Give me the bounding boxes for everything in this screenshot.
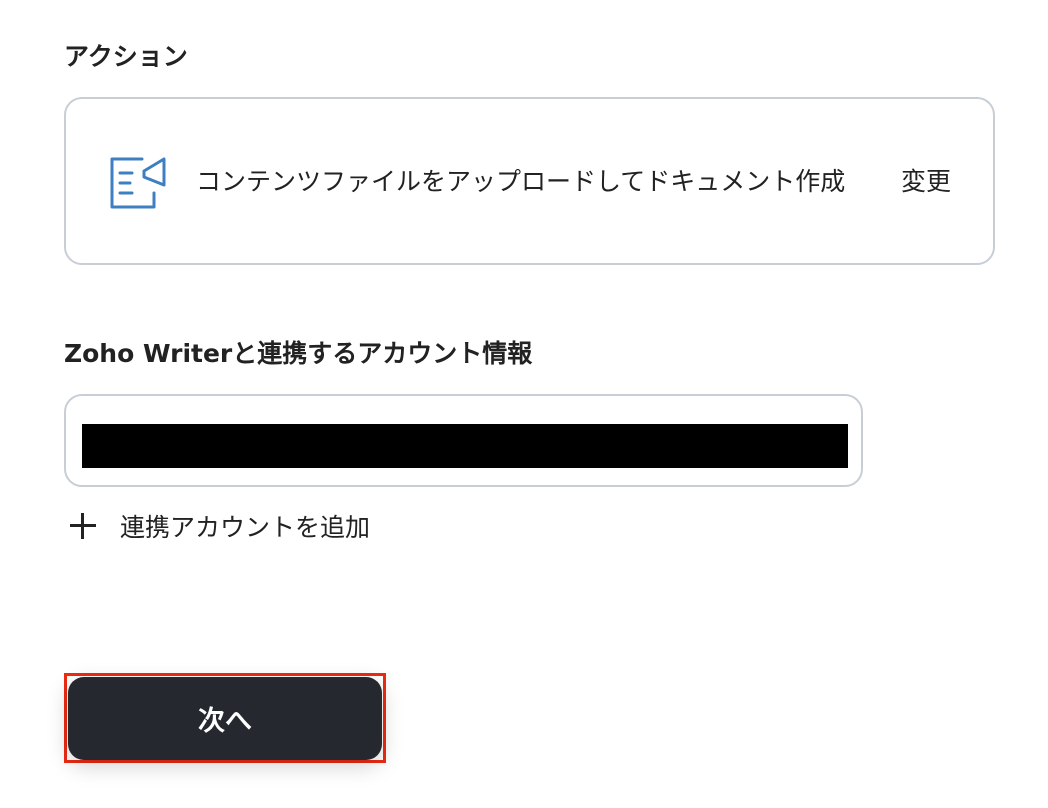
add-account-button[interactable]: 連携アカウントを追加 <box>68 508 370 544</box>
next-button[interactable]: 次へ <box>68 677 382 760</box>
redacted-account-value <box>82 424 848 468</box>
action-card[interactable]: コンテンツファイルをアップロードしてドキュメント作成 変更 <box>64 97 995 265</box>
change-button[interactable]: 変更 <box>901 168 951 196</box>
action-name: コンテンツファイルをアップロードしてドキュメント作成 <box>196 167 846 196</box>
plus-icon <box>68 511 98 541</box>
add-account-label: 連携アカウントを追加 <box>120 513 371 542</box>
account-section-label: Zoho Writerと連携するアカウント情報 <box>64 339 533 368</box>
document-share-icon <box>110 157 166 209</box>
action-section-label: アクション <box>64 42 188 71</box>
account-select[interactable] <box>64 394 863 487</box>
next-button-label: 次へ <box>198 706 252 737</box>
page: アクション コンテンツファイルをアップロードしてドキュメント作成 変更 Zoho… <box>0 0 1048 808</box>
